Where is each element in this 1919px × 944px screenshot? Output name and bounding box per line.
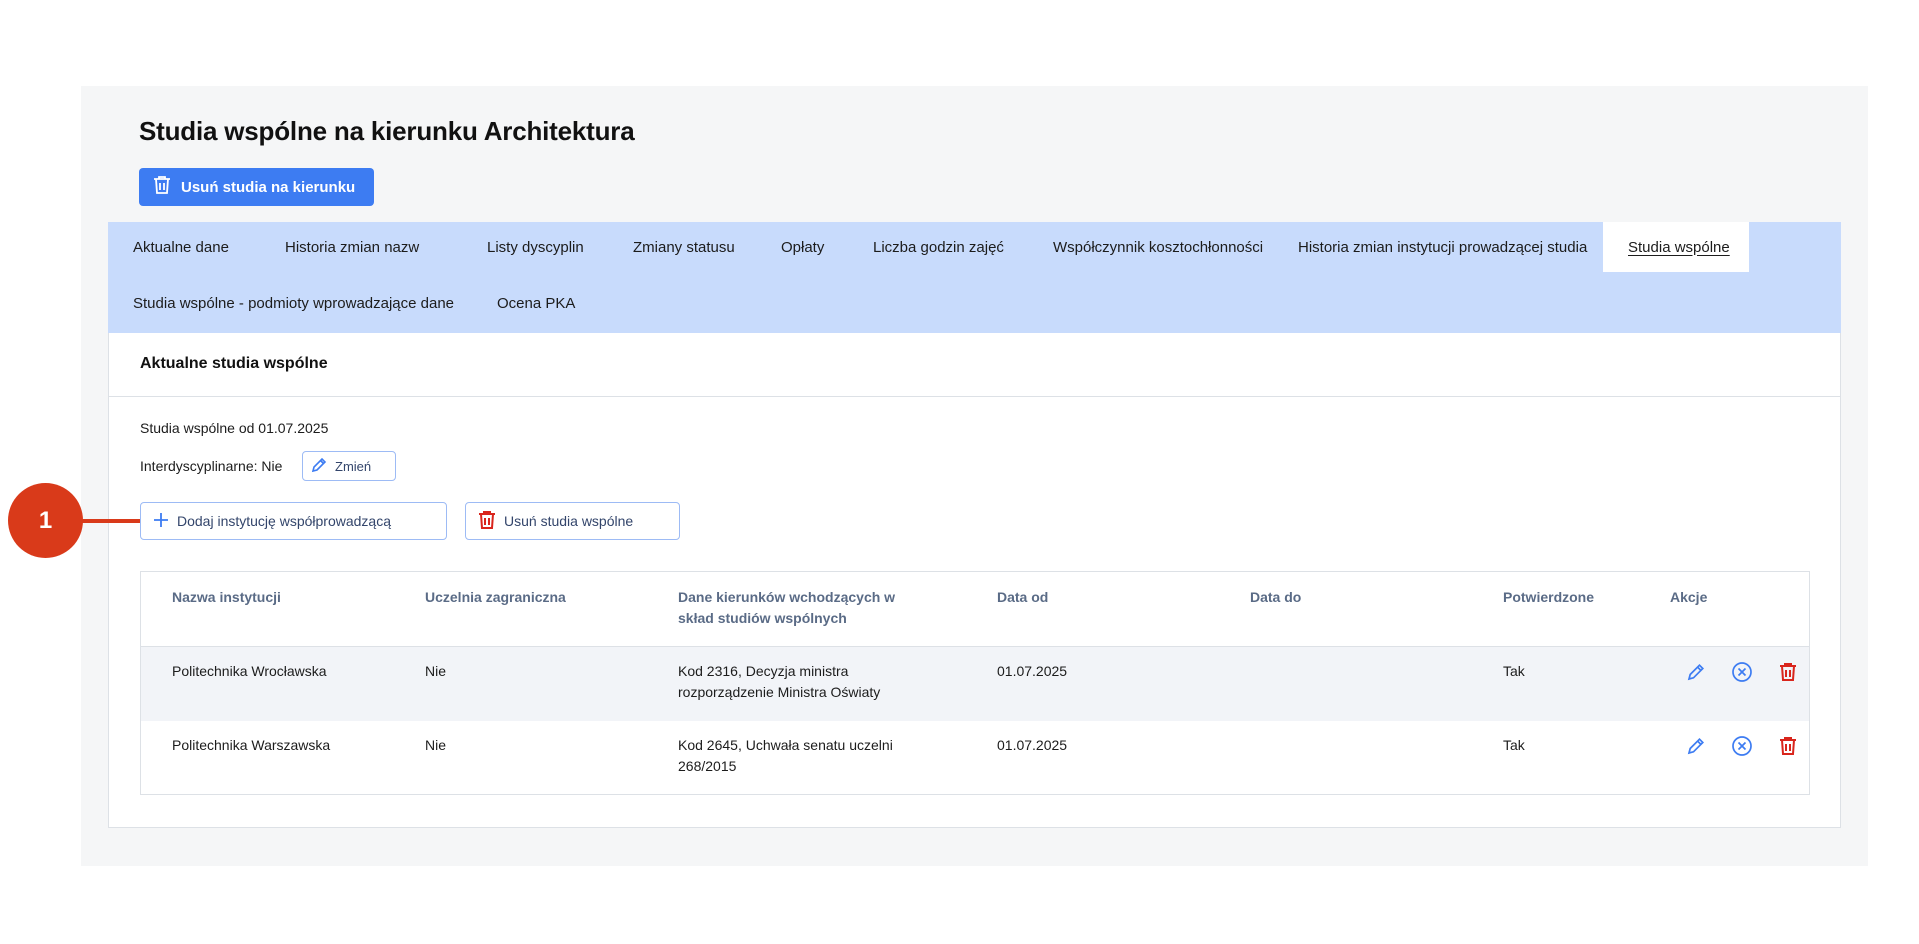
cell-programs-line2: rozporządzenie Ministra Oświaty — [678, 684, 881, 700]
institutions-table: Nazwa instytucji Uczelnia zagraniczna Da… — [140, 571, 1810, 795]
joint-studies-since: Studia wspólne od 01.07.2025 — [140, 420, 329, 436]
tab-joint-studies[interactable]: Studia wspólne — [1603, 222, 1749, 272]
row-actions — [1683, 733, 1801, 759]
tab-name-history[interactable]: Historia zmian nazw — [260, 222, 444, 272]
delete-program-label: Usuń studia na kierunku — [181, 178, 356, 196]
header-actions: Akcje — [1670, 589, 1708, 605]
interdisciplinary-status: Interdyscyplinarne: Nie — [140, 458, 283, 474]
row-actions — [1683, 659, 1801, 685]
header-confirmed: Potwierdzone — [1503, 589, 1595, 605]
tab-pka-assessment[interactable]: Ocena PKA — [472, 278, 600, 328]
tab-class-hours[interactable]: Liczba godzin zajęć — [848, 222, 1029, 272]
cell-foreign: Nie — [425, 663, 447, 679]
cell-date-from: 01.07.2025 — [997, 663, 1068, 679]
tab-cost-coefficient[interactable]: Współczynnik kosztochłonności — [1028, 222, 1288, 272]
cancel-circle-icon[interactable] — [1729, 733, 1755, 759]
trash-icon[interactable] — [1775, 733, 1801, 759]
header-programs: Dane kierunków wchodzących w skład studi… — [678, 587, 895, 629]
edit-pencil-icon[interactable] — [1683, 659, 1709, 685]
table-row: Politechnika Wrocławska Nie Kod 2316, De… — [141, 647, 1809, 721]
cell-programs: Kod 2316, Decyzja ministra rozporządzeni… — [678, 661, 880, 703]
cell-date-from: 01.07.2025 — [997, 737, 1068, 753]
trash-icon[interactable] — [1775, 659, 1801, 685]
table-header: Nazwa instytucji Uczelnia zagraniczna Da… — [141, 572, 1809, 647]
cell-name: Politechnika Warszawska — [172, 737, 331, 753]
plus-icon — [153, 512, 169, 531]
header-programs-line2: skład studiów wspólnych — [678, 610, 847, 626]
tab-joint-studies-entities[interactable]: Studia wspólne - podmioty wprowadzające … — [108, 278, 479, 328]
panel-header: Aktualne studia wspólne — [109, 333, 1840, 397]
tab-institution-history[interactable]: Historia zmian instytucji prowadzącej st… — [1273, 222, 1612, 272]
header-date-from: Data od — [997, 589, 1049, 605]
delete-joint-studies-button[interactable]: Usuń studia wspólne — [465, 502, 680, 540]
trash-icon — [153, 175, 171, 199]
pencil-icon — [311, 457, 327, 476]
change-button-label: Zmień — [335, 458, 372, 474]
tab-fees[interactable]: Opłaty — [756, 222, 849, 272]
cell-confirmed: Tak — [1503, 737, 1525, 753]
page-title: Studia wspólne na kierunku Architektura — [139, 116, 635, 146]
tab-discipline-lists[interactable]: Listy dyscyplin — [462, 222, 609, 272]
cell-name: Politechnika Wrocławska — [172, 663, 327, 679]
header-date-to: Data do — [1250, 589, 1302, 605]
cell-foreign: Nie — [425, 737, 447, 753]
cell-programs-line2: 268/2015 — [678, 758, 737, 774]
add-institution-label: Dodaj instytucję współprowadzącą — [177, 513, 391, 529]
callout-badge: 1 — [8, 483, 83, 558]
header-name: Nazwa instytucji — [172, 589, 281, 605]
change-button[interactable]: Zmień — [302, 451, 396, 481]
edit-pencil-icon[interactable] — [1683, 733, 1709, 759]
callout-connector — [80, 519, 140, 523]
panel-title: Aktualne studia wspólne — [140, 355, 328, 372]
delete-program-button[interactable]: Usuń studia na kierunku — [139, 168, 374, 206]
delete-joint-studies-label: Usuń studia wspólne — [504, 513, 634, 529]
cell-programs: Kod 2645, Uchwała senatu uczelni 268/201… — [678, 735, 893, 777]
add-institution-button[interactable]: Dodaj instytucję współprowadzącą — [140, 502, 447, 540]
header-programs-line1: Dane kierunków wchodzących w — [678, 589, 896, 605]
joint-studies-panel: Aktualne studia wspólne Studia wspólne o… — [108, 333, 1841, 828]
trash-icon — [478, 510, 496, 533]
cell-programs-line1: Kod 2316, Decyzja ministra — [678, 663, 849, 679]
header-foreign: Uczelnia zagraniczna — [425, 589, 566, 605]
cell-programs-line1: Kod 2645, Uchwała senatu uczelni — [678, 737, 893, 753]
tab-bar: Aktualne dane Historia zmian nazw Listy … — [108, 222, 1841, 333]
table-row: Politechnika Warszawska Nie Kod 2645, Uc… — [141, 721, 1809, 795]
tab-status-changes[interactable]: Zmiany statusu — [608, 222, 760, 272]
tab-current-data[interactable]: Aktualne dane — [108, 222, 254, 272]
cancel-circle-icon[interactable] — [1729, 659, 1755, 685]
cell-confirmed: Tak — [1503, 663, 1525, 679]
